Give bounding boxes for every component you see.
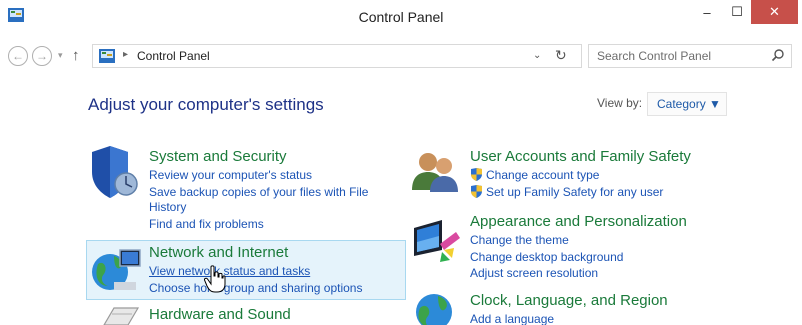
- category-clock-language[interactable]: Clock, Language, and Region: [470, 292, 668, 309]
- view-by-label: View by:: [597, 96, 643, 110]
- uac-shield-icon: [471, 185, 482, 198]
- link-change-account-type[interactable]: Change account type: [470, 168, 599, 182]
- link-change-theme[interactable]: Change the theme: [470, 233, 569, 247]
- users-icon[interactable]: [410, 150, 460, 194]
- control-panel-icon: [99, 49, 115, 63]
- category-appearance[interactable]: Appearance and Personalization: [470, 213, 687, 230]
- back-button[interactable]: ←: [8, 46, 28, 66]
- minimize-button[interactable]: –: [694, 0, 720, 24]
- link-change-desktop-background[interactable]: Change desktop background: [470, 250, 623, 264]
- link-family-safety-label: Set up Family Safety for any user: [486, 185, 664, 199]
- globe-icon[interactable]: [90, 246, 142, 294]
- title-bar: Control Panel – ☐ ✕: [0, 0, 802, 32]
- forward-button[interactable]: →: [32, 46, 52, 66]
- link-backup-files[interactable]: Save backup copies of your files with Fi…: [149, 185, 368, 199]
- shield-icon[interactable]: [88, 146, 138, 198]
- link-adjust-resolution[interactable]: Adjust screen resolution: [470, 266, 598, 280]
- link-review-status[interactable]: Review your computer's status: [149, 168, 312, 182]
- address-dropdown-button[interactable]: ⌄: [533, 50, 541, 61]
- up-button[interactable]: ↑: [72, 47, 80, 64]
- search-icon[interactable]: [771, 48, 785, 62]
- link-add-language[interactable]: Add a language: [470, 312, 554, 325]
- link-homegroup-sharing[interactable]: Choose homegroup and sharing options: [149, 281, 362, 295]
- recent-locations-button[interactable]: ▾: [58, 50, 63, 61]
- breadcrumb-control-panel[interactable]: Control Panel: [137, 49, 210, 63]
- address-bar[interactable]: ▸ Control Panel ⌄ ↻: [92, 44, 582, 68]
- page-title: Adjust your computer's settings: [88, 95, 324, 114]
- link-find-fix-problems[interactable]: Find and fix problems: [149, 217, 264, 231]
- maximize-button[interactable]: ☐: [724, 0, 750, 24]
- link-backup-files-history[interactable]: History: [149, 200, 186, 214]
- search-placeholder: Search Control Panel: [597, 49, 712, 63]
- monitor-palette-icon[interactable]: [410, 218, 462, 264]
- link-family-safety[interactable]: Set up Family Safety for any user: [470, 185, 663, 199]
- globe-clock-icon[interactable]: [414, 290, 462, 325]
- category-system-security[interactable]: System and Security: [149, 148, 287, 165]
- refresh-button[interactable]: ↻: [555, 47, 567, 64]
- link-view-network-status[interactable]: View network status and tasks: [149, 264, 310, 278]
- view-by-dropdown[interactable]: Category ▼: [647, 92, 727, 116]
- window-title: Control Panel: [358, 9, 444, 25]
- printer-icon[interactable]: [94, 302, 142, 325]
- navigation-bar: ← → ▾ ↑ ▸ Control Panel ⌄ ↻ Search Contr…: [0, 40, 802, 72]
- category-hardware-sound[interactable]: Hardware and Sound: [149, 306, 291, 323]
- close-button[interactable]: ✕: [751, 0, 798, 24]
- uac-shield-icon: [471, 168, 482, 181]
- category-network-internet[interactable]: Network and Internet: [149, 244, 288, 261]
- category-user-accounts[interactable]: User Accounts and Family Safety: [470, 148, 691, 165]
- link-change-account-type-label: Change account type: [486, 168, 600, 182]
- search-input[interactable]: Search Control Panel: [588, 44, 792, 68]
- breadcrumb-separator-icon[interactable]: ▸: [123, 49, 128, 60]
- hand-cursor-icon: [204, 265, 226, 293]
